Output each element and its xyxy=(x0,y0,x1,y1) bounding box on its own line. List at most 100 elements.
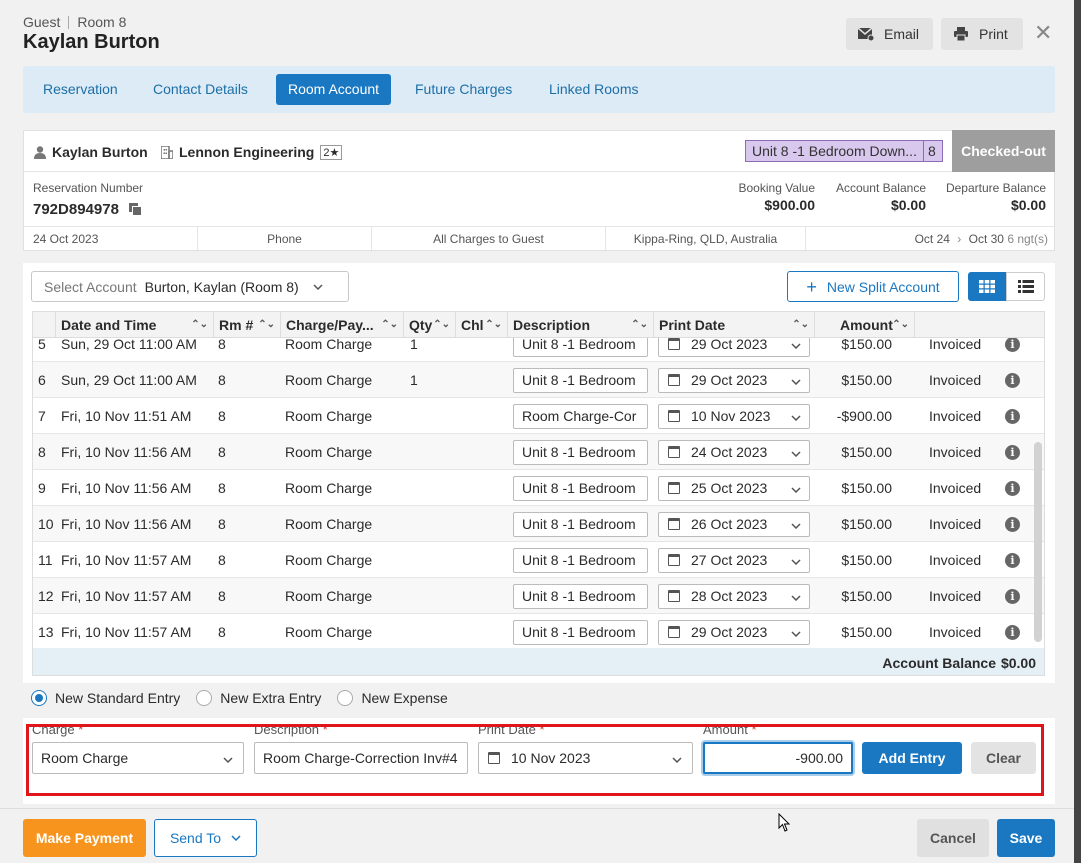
row-description-input[interactable]: Room Charge-Cor xyxy=(513,404,648,429)
row-print-date: 24 Oct 2023 xyxy=(691,444,768,460)
page-title: Kaylan Burton xyxy=(23,31,160,53)
col-print-date[interactable]: Print Date ⌃⌄ xyxy=(654,312,815,338)
row-print-date-picker[interactable]: 25 Oct 2023 xyxy=(658,476,810,501)
info-icon[interactable]: i xyxy=(1005,589,1020,604)
row-index: 13 xyxy=(38,624,54,640)
row-status: Invoiced xyxy=(929,624,982,640)
make-payment-button[interactable]: Make Payment xyxy=(23,819,146,857)
save-button[interactable]: Save xyxy=(997,819,1055,857)
row-print-date-picker[interactable]: 29 Oct 2023 xyxy=(658,620,810,645)
info-icon[interactable]: i xyxy=(1005,553,1020,568)
col-room[interactable]: Rm # ⌃⌄ xyxy=(214,312,281,338)
tab-reservation[interactable]: Reservation xyxy=(31,74,130,105)
row-status: Invoiced xyxy=(929,588,982,604)
row-date-time: Sun, 29 Oct 11:00 AM xyxy=(61,338,197,352)
info-icon[interactable]: i xyxy=(1005,338,1020,352)
info-icon[interactable]: i xyxy=(1005,409,1020,424)
row-print-date-picker[interactable]: 24 Oct 2023 xyxy=(658,440,810,465)
chevron-down-icon xyxy=(791,513,801,536)
sort-icon: ⌃⌄ xyxy=(892,319,909,330)
row-description-input[interactable]: Unit 8 -1 Bedroom xyxy=(513,440,648,465)
col-description[interactable]: Description ⌃⌄ xyxy=(508,312,654,338)
row-room: 8 xyxy=(218,516,226,532)
tab-room-account[interactable]: Room Account xyxy=(276,74,392,105)
info-icon[interactable]: i xyxy=(1005,373,1020,388)
col-charge[interactable]: Charge/Pay... ⌃⌄ xyxy=(281,312,404,338)
row-description-input[interactable]: Unit 8 -1 Bedroom xyxy=(513,476,648,501)
info-icon[interactable]: i xyxy=(1005,625,1020,640)
row-print-date-picker[interactable]: 29 Oct 2023 xyxy=(658,338,810,357)
stay-dates: Oct 24 › Oct 30 6 ngt(s) xyxy=(806,227,1056,252)
table-row[interactable]: 8 Fri, 10 Nov 11:56 AM 8 Room Charge Unit 8 … xyxy=(33,434,1044,470)
row-description-input[interactable]: Unit 8 -1 Bedroom xyxy=(513,368,648,393)
col-date-time[interactable]: Date and Time ⌃⌄ xyxy=(56,312,214,338)
summary-company[interactable]: Lennon Engineering 2★ xyxy=(161,144,343,160)
copy-icon[interactable] xyxy=(128,203,142,216)
row-charge: Room Charge xyxy=(285,552,373,568)
table-scrollbar[interactable] xyxy=(1034,442,1042,642)
unit-badge[interactable]: Unit 8 -1 Bedroom Down... 8 xyxy=(745,140,943,162)
table-row[interactable]: 11 Fri, 10 Nov 11:57 AM 8 Room Charge Unit 8… xyxy=(33,542,1044,578)
radio-new-expense[interactable]: New Expense xyxy=(337,690,448,706)
table-row[interactable]: 9 Fri, 10 Nov 11:56 AM 8 Room Charge Unit 8 … xyxy=(33,470,1044,506)
col-qty[interactable]: Qty ⌃⌄ xyxy=(404,312,456,338)
table-row[interactable]: 10 Fri, 10 Nov 11:56 AM 8 Room Charge Unit 8… xyxy=(33,506,1044,542)
table-row[interactable]: 5 Sun, 29 Oct 11:00 AM 8 Room Charge 1 Unit 8… xyxy=(33,338,1044,362)
close-icon[interactable]: ✕ xyxy=(1034,22,1052,44)
new-split-account-button[interactable]: + New Split Account xyxy=(787,271,959,302)
grid-view-button[interactable] xyxy=(968,272,1006,301)
table-row[interactable]: 7 Fri, 10 Nov 11:51 AM 8 Room Charge Room Ch… xyxy=(33,398,1044,434)
reservation-number-value: 792D894978 xyxy=(33,201,119,218)
table-row[interactable]: 12 Fri, 10 Nov 11:57 AM 8 Room Charge Unit 8… xyxy=(33,578,1044,614)
chevron-down-icon xyxy=(231,835,241,841)
sort-icon: ⌃⌄ xyxy=(485,319,502,330)
row-print-date-picker[interactable]: 26 Oct 2023 xyxy=(658,512,810,537)
info-icon[interactable]: i xyxy=(1005,481,1020,496)
row-amount: $150.00 xyxy=(841,338,892,352)
chevron-down-icon xyxy=(313,283,323,290)
row-description-input[interactable]: Unit 8 -1 Bedroom xyxy=(513,548,648,573)
tab-contact-details[interactable]: Contact Details xyxy=(141,74,260,105)
building-icon xyxy=(161,145,173,159)
radio-dot xyxy=(337,690,354,706)
row-print-date-picker[interactable]: 28 Oct 2023 xyxy=(658,584,810,609)
radio-label: New Standard Entry xyxy=(55,690,181,706)
row-description-input[interactable]: Unit 8 -1 Bedroom xyxy=(513,584,648,609)
info-icon[interactable]: i xyxy=(1005,445,1020,460)
cancel-button[interactable]: Cancel xyxy=(917,819,989,857)
row-index: 9 xyxy=(38,480,46,496)
select-account-label: Select Account xyxy=(44,278,137,295)
print-button[interactable]: Print xyxy=(941,18,1023,50)
radio-new-standard-entry[interactable]: New Standard Entry xyxy=(31,690,180,706)
list-view-button[interactable] xyxy=(1006,272,1045,301)
row-print-date-picker[interactable]: 27 Oct 2023 xyxy=(658,548,810,573)
chevron-down-icon xyxy=(791,441,801,464)
calendar-icon xyxy=(668,590,680,602)
chevron-right-icon: › xyxy=(957,232,962,246)
email-button[interactable]: Email xyxy=(846,18,933,50)
col-amount[interactable]: Amount ⌃⌄ xyxy=(815,312,915,338)
select-account-dropdown[interactable]: Select Account Burton, Kaylan (Room 8) xyxy=(31,271,349,302)
row-amount: $150.00 xyxy=(841,624,892,640)
tab-linked-rooms[interactable]: Linked Rooms xyxy=(537,74,651,105)
calendar-icon xyxy=(668,482,680,494)
summary-guest[interactable]: Kaylan Burton xyxy=(34,144,148,160)
tab-future-charges[interactable]: Future Charges xyxy=(403,74,524,105)
row-print-date-picker[interactable]: 10 Nov 2023 xyxy=(658,404,810,429)
stay-to: Oct 30 xyxy=(968,232,1004,246)
row-description-input[interactable]: Unit 8 -1 Bedroom xyxy=(513,620,648,645)
send-to-button[interactable]: Send To xyxy=(154,819,257,857)
row-description-input[interactable]: Unit 8 -1 Bedroom xyxy=(513,512,648,537)
email-icon xyxy=(858,27,874,41)
col-channel[interactable]: Chl ⌃⌄ xyxy=(456,312,508,338)
col-index xyxy=(33,312,56,338)
row-charge: Room Charge xyxy=(285,480,373,496)
table-row[interactable]: 6 Sun, 29 Oct 11:00 AM 8 Room Charge 1 Unit 8… xyxy=(33,362,1044,398)
info-icon[interactable]: i xyxy=(1005,517,1020,532)
table-row[interactable]: 13 Fri, 10 Nov 11:57 AM 8 Room Charge Unit 8… xyxy=(33,614,1044,648)
row-description-input[interactable]: Unit 8 -1 Bedroom xyxy=(513,338,648,357)
reservation-number: 792D894978 xyxy=(33,201,142,218)
radio-new-extra-entry[interactable]: New Extra Entry xyxy=(196,690,321,706)
row-print-date-picker[interactable]: 29 Oct 2023 xyxy=(658,368,810,393)
row-room: 8 xyxy=(218,338,226,352)
